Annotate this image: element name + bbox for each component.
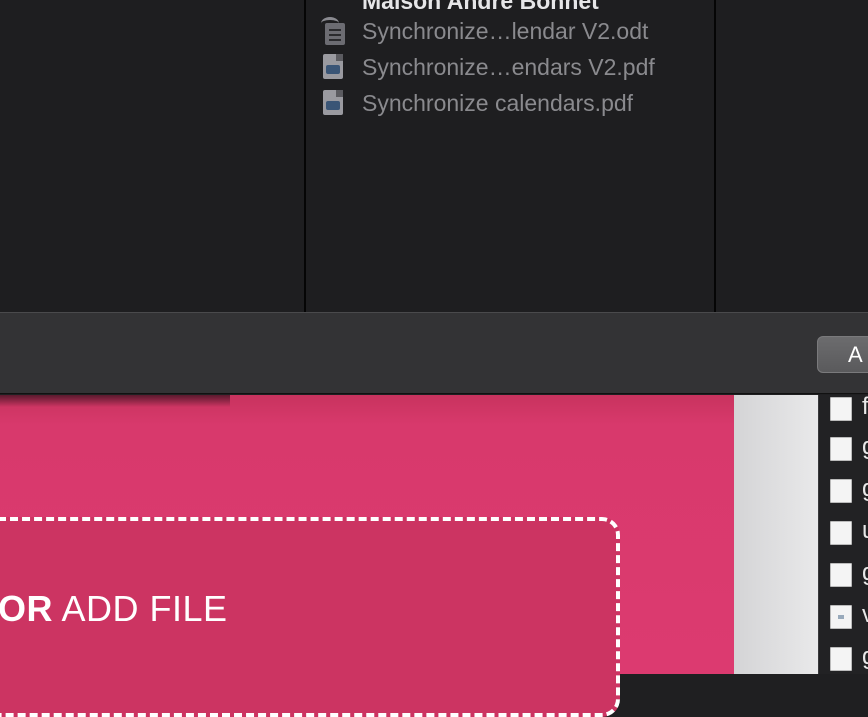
file-item-pdf[interactable]: Synchronize calendars.pdf	[318, 86, 708, 120]
list-item[interactable]: v	[830, 601, 868, 631]
add-file-button[interactable]: OR ADD FILE	[0, 588, 228, 630]
finder-column-right	[716, 0, 868, 312]
file-icon	[830, 521, 852, 545]
action-button[interactable]: A	[817, 336, 868, 373]
list-item[interactable]: g	[830, 559, 868, 589]
panel-shadow	[0, 395, 230, 407]
file-name: Synchronize…endars V2.pdf	[362, 53, 655, 80]
file-item-odt[interactable]: Synchronize…lendar V2.odt	[318, 14, 708, 48]
list-item-label: f	[862, 393, 868, 420]
file-icon	[830, 397, 852, 421]
file-item-pdf[interactable]: Synchronize…endars V2.pdf	[318, 50, 708, 84]
dialog-toolbar	[0, 312, 868, 394]
file-icon	[830, 437, 852, 461]
list-item-label: v	[862, 601, 868, 628]
file-icon	[830, 563, 852, 587]
or-label: OR	[0, 588, 53, 629]
add-file-label: ADD FILE	[61, 588, 228, 629]
list-item-label: g	[862, 475, 868, 503]
finder-column-left	[0, 0, 305, 312]
side-gutter	[734, 395, 818, 674]
list-item-label: g	[862, 433, 868, 461]
list-item[interactable]: g	[830, 433, 868, 463]
image-file-icon	[830, 605, 852, 629]
file-name: Maison André Bonnet	[362, 0, 599, 14]
list-item-label: g	[862, 643, 868, 671]
list-item[interactable]: f	[830, 393, 868, 423]
file-icon	[830, 647, 852, 671]
list-item[interactable]: g	[830, 475, 868, 505]
file-name: Synchronize…lendar V2.odt	[362, 17, 649, 44]
file-icon	[830, 479, 852, 503]
list-item-label: g	[862, 559, 868, 587]
list-item[interactable]: g	[830, 643, 868, 673]
list-item-label: u	[862, 517, 868, 545]
odt-document-icon	[318, 16, 348, 46]
file-name: Synchronize calendars.pdf	[362, 89, 634, 116]
pdf-document-icon	[318, 52, 348, 82]
list-item[interactable]: u	[830, 517, 868, 547]
pdf-document-icon	[318, 88, 348, 118]
